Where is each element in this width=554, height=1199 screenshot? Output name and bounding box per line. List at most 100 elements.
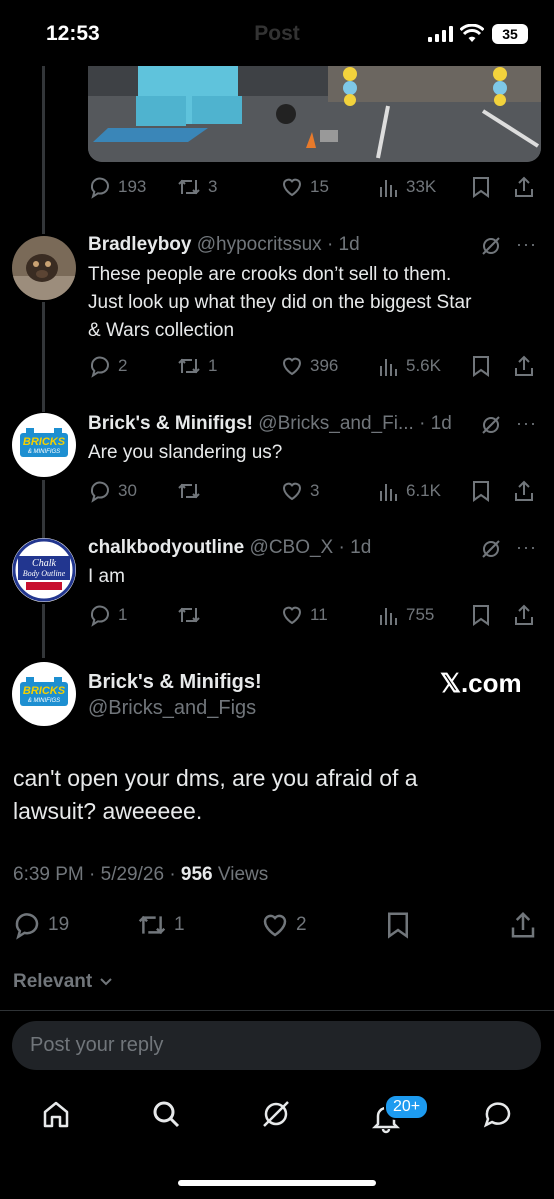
reply-header: chalkbodyoutline @CBO_X · 1d [88, 537, 371, 559]
reply-button[interactable]: 30 [88, 478, 137, 504]
main-author-handle[interactable]: @Bricks_and_Figs [88, 697, 256, 720]
reply-header: Brick's & Minifigs! @Bricks_and_Fi... · … [88, 413, 452, 435]
bookmark-icon[interactable] [470, 602, 492, 628]
repost-button[interactable] [176, 602, 208, 628]
grok-icon[interactable] [480, 414, 502, 436]
reply-line: Are you slandering us? [88, 442, 283, 463]
avatar-main-post[interactable]: BRICKS & MINIFIGS [12, 662, 76, 726]
reply-button[interactable]: 193 [88, 174, 146, 200]
views-label: Views [212, 864, 269, 885]
heart-icon [282, 178, 302, 197]
views-count: 6.1K [406, 481, 441, 500]
reply-input[interactable]: Post your reply [12, 1021, 541, 1070]
home-indicator [178, 1180, 376, 1186]
author-name[interactable]: Brick's & Minifigs! [88, 413, 253, 434]
sort-dropdown[interactable]: Relevant [13, 971, 113, 993]
home-icon[interactable] [40, 1098, 72, 1130]
repost-icon [178, 607, 200, 623]
reply-icon [90, 356, 109, 378]
divider [0, 1010, 554, 1011]
share-icon[interactable] [508, 910, 538, 940]
xcom-watermark: 𝕏.com [440, 668, 522, 698]
heart-icon [282, 357, 302, 376]
views-number[interactable]: 956 [181, 864, 213, 885]
battery-indicator: 35 [492, 24, 528, 44]
bookmark-icon[interactable] [470, 174, 492, 200]
grok-tab-icon[interactable] [260, 1098, 292, 1130]
search-icon[interactable] [150, 1098, 182, 1130]
views-icon [380, 180, 397, 197]
views-count: 755 [406, 605, 435, 624]
post-time: · 1d [338, 537, 372, 558]
svg-text:& MINIFIGS: & MINIFIGS [28, 449, 60, 455]
reply-icon [15, 913, 39, 940]
heart-icon [282, 606, 302, 625]
svg-text:BRICKS: BRICKS [23, 436, 66, 448]
more-options-icon[interactable]: ··· [516, 413, 537, 434]
post-time: · 1d [326, 234, 360, 255]
messages-icon[interactable] [482, 1098, 514, 1130]
bookmark-icon[interactable] [470, 353, 492, 379]
reply-button[interactable]: 19 [12, 910, 69, 940]
main-author-name[interactable]: Brick's & Minifigs! [88, 671, 262, 694]
heart-icon [282, 482, 302, 501]
repost-button[interactable]: 3 [176, 174, 217, 200]
reply-button[interactable]: 2 [88, 353, 127, 379]
avatar-bricks-minifigs[interactable]: BRICKS & MINIFIGS [12, 413, 76, 477]
author-name[interactable]: Bradleyboy [88, 234, 191, 255]
reply-icon [90, 481, 109, 503]
bookmark-icon[interactable] [470, 478, 492, 504]
repost-count: 1 [208, 356, 218, 375]
repost-button[interactable]: 1 [136, 910, 185, 940]
author-handle[interactable]: @CBO_X [250, 537, 334, 558]
parking-lot-photo [88, 66, 541, 162]
author-handle[interactable]: @Bricks_and_Fi... [258, 413, 414, 434]
like-button[interactable]: 396 [280, 353, 338, 379]
like-count: 15 [310, 177, 329, 196]
dog-photo-avatar [12, 236, 76, 300]
share-icon[interactable] [512, 174, 536, 200]
reply-text: These people are crooks don’t sell to th… [88, 261, 518, 345]
bookmark-icon[interactable] [384, 910, 412, 940]
grok-icon[interactable] [480, 235, 502, 257]
like-button[interactable]: 3 [280, 478, 319, 504]
post-image[interactable] [88, 66, 541, 162]
bricks-logo: BRICKS & MINIFIGS [20, 677, 68, 706]
reply-actions: 2 1 396 5.6K [88, 353, 542, 379]
views-button[interactable]: 6.1K [378, 478, 441, 504]
more-options-icon[interactable]: ··· [516, 537, 537, 558]
thread-line [42, 66, 45, 234]
main-post-line: can't open your dms, are you afraid of a [13, 765, 418, 791]
thread-line [42, 302, 45, 412]
avatar-chalkbodyoutline[interactable]: Chalk Body Outline [12, 538, 76, 602]
author-handle[interactable]: @hypocritssux [197, 234, 322, 255]
views-icon [380, 608, 397, 625]
repost-icon [178, 358, 200, 374]
grok-icon[interactable] [480, 538, 502, 560]
reply-button[interactable]: 1 [88, 602, 127, 628]
avatar-bradleyboy[interactable] [12, 236, 76, 300]
repost-button[interactable] [176, 478, 208, 504]
status-bar: 12:53 Post 35 [0, 0, 554, 70]
views-button[interactable]: 5.6K [378, 353, 441, 379]
post-meta: 6:39 PM · 5/29/26 · 956 Views [13, 864, 268, 886]
views-icon [380, 359, 397, 376]
views-button[interactable]: 33K [378, 174, 436, 200]
reply-count: 1 [118, 605, 128, 624]
author-name[interactable]: chalkbodyoutline [88, 537, 244, 558]
repost-button[interactable]: 1 [176, 353, 217, 379]
reply-line: & Wars collection [88, 320, 235, 341]
like-button[interactable]: 2 [260, 910, 307, 940]
chalk-body-outline-logo: Chalk Body Outline [12, 538, 76, 602]
reply-icon [90, 605, 109, 627]
more-options-icon[interactable]: ··· [516, 234, 537, 255]
like-count: 396 [310, 356, 339, 375]
share-icon[interactable] [512, 602, 536, 628]
views-button[interactable]: 755 [378, 602, 434, 628]
share-icon[interactable] [512, 478, 536, 504]
like-button[interactable]: 15 [280, 174, 329, 200]
reply-count: 2 [118, 356, 128, 375]
share-icon[interactable] [512, 353, 536, 379]
svg-text:BRICKS: BRICKS [23, 685, 66, 697]
like-button[interactable]: 11 [280, 602, 328, 628]
